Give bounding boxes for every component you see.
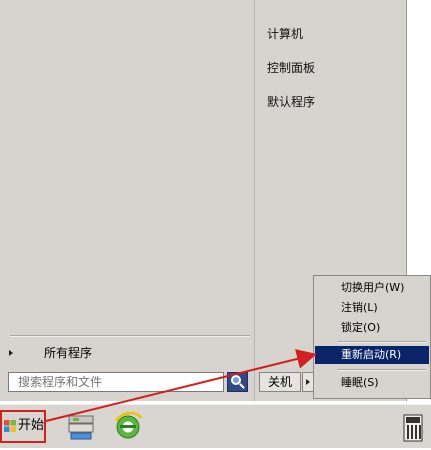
shutdown-button[interactable]: 关机 xyxy=(259,372,301,392)
menu-item-lock[interactable]: 锁定(O) xyxy=(315,319,429,337)
power-options-menu: 切换用户(W) 注销(L) 锁定(O) 重新启动(R) 睡眠(S) xyxy=(313,275,431,399)
annotation-highlight-box xyxy=(0,410,46,443)
search-box[interactable] xyxy=(8,372,224,392)
right-item-computer[interactable]: 计算机 xyxy=(264,25,306,43)
all-programs-label: 所有程序 xyxy=(44,346,93,360)
triangle-right-icon xyxy=(306,379,310,385)
internet-explorer-icon[interactable] xyxy=(112,409,144,443)
right-item-control-panel[interactable]: 控制面板 xyxy=(264,59,318,77)
menu-item-sleep[interactable]: 睡眠(S) xyxy=(315,374,429,392)
network-icon xyxy=(403,414,423,442)
menu-item-restart[interactable]: 重新启动(R) xyxy=(315,346,429,364)
all-programs-item[interactable]: 所有程序 xyxy=(6,344,246,362)
system-tray xyxy=(384,405,431,447)
right-item-default-programs[interactable]: 默认程序 xyxy=(264,93,318,111)
all-programs-separator xyxy=(10,335,250,336)
menu-item-switch-user[interactable]: 切换用户(W) xyxy=(315,279,429,297)
menu-separator xyxy=(338,341,426,342)
start-menu-left-pane: 所有程序 xyxy=(0,0,254,401)
menu-separator xyxy=(338,369,426,370)
search-button[interactable] xyxy=(227,372,248,392)
menu-item-log-off[interactable]: 注销(L) xyxy=(315,299,429,317)
server-manager-icon[interactable] xyxy=(65,409,97,443)
triangle-right-icon xyxy=(9,350,13,356)
search-input[interactable] xyxy=(9,373,218,391)
